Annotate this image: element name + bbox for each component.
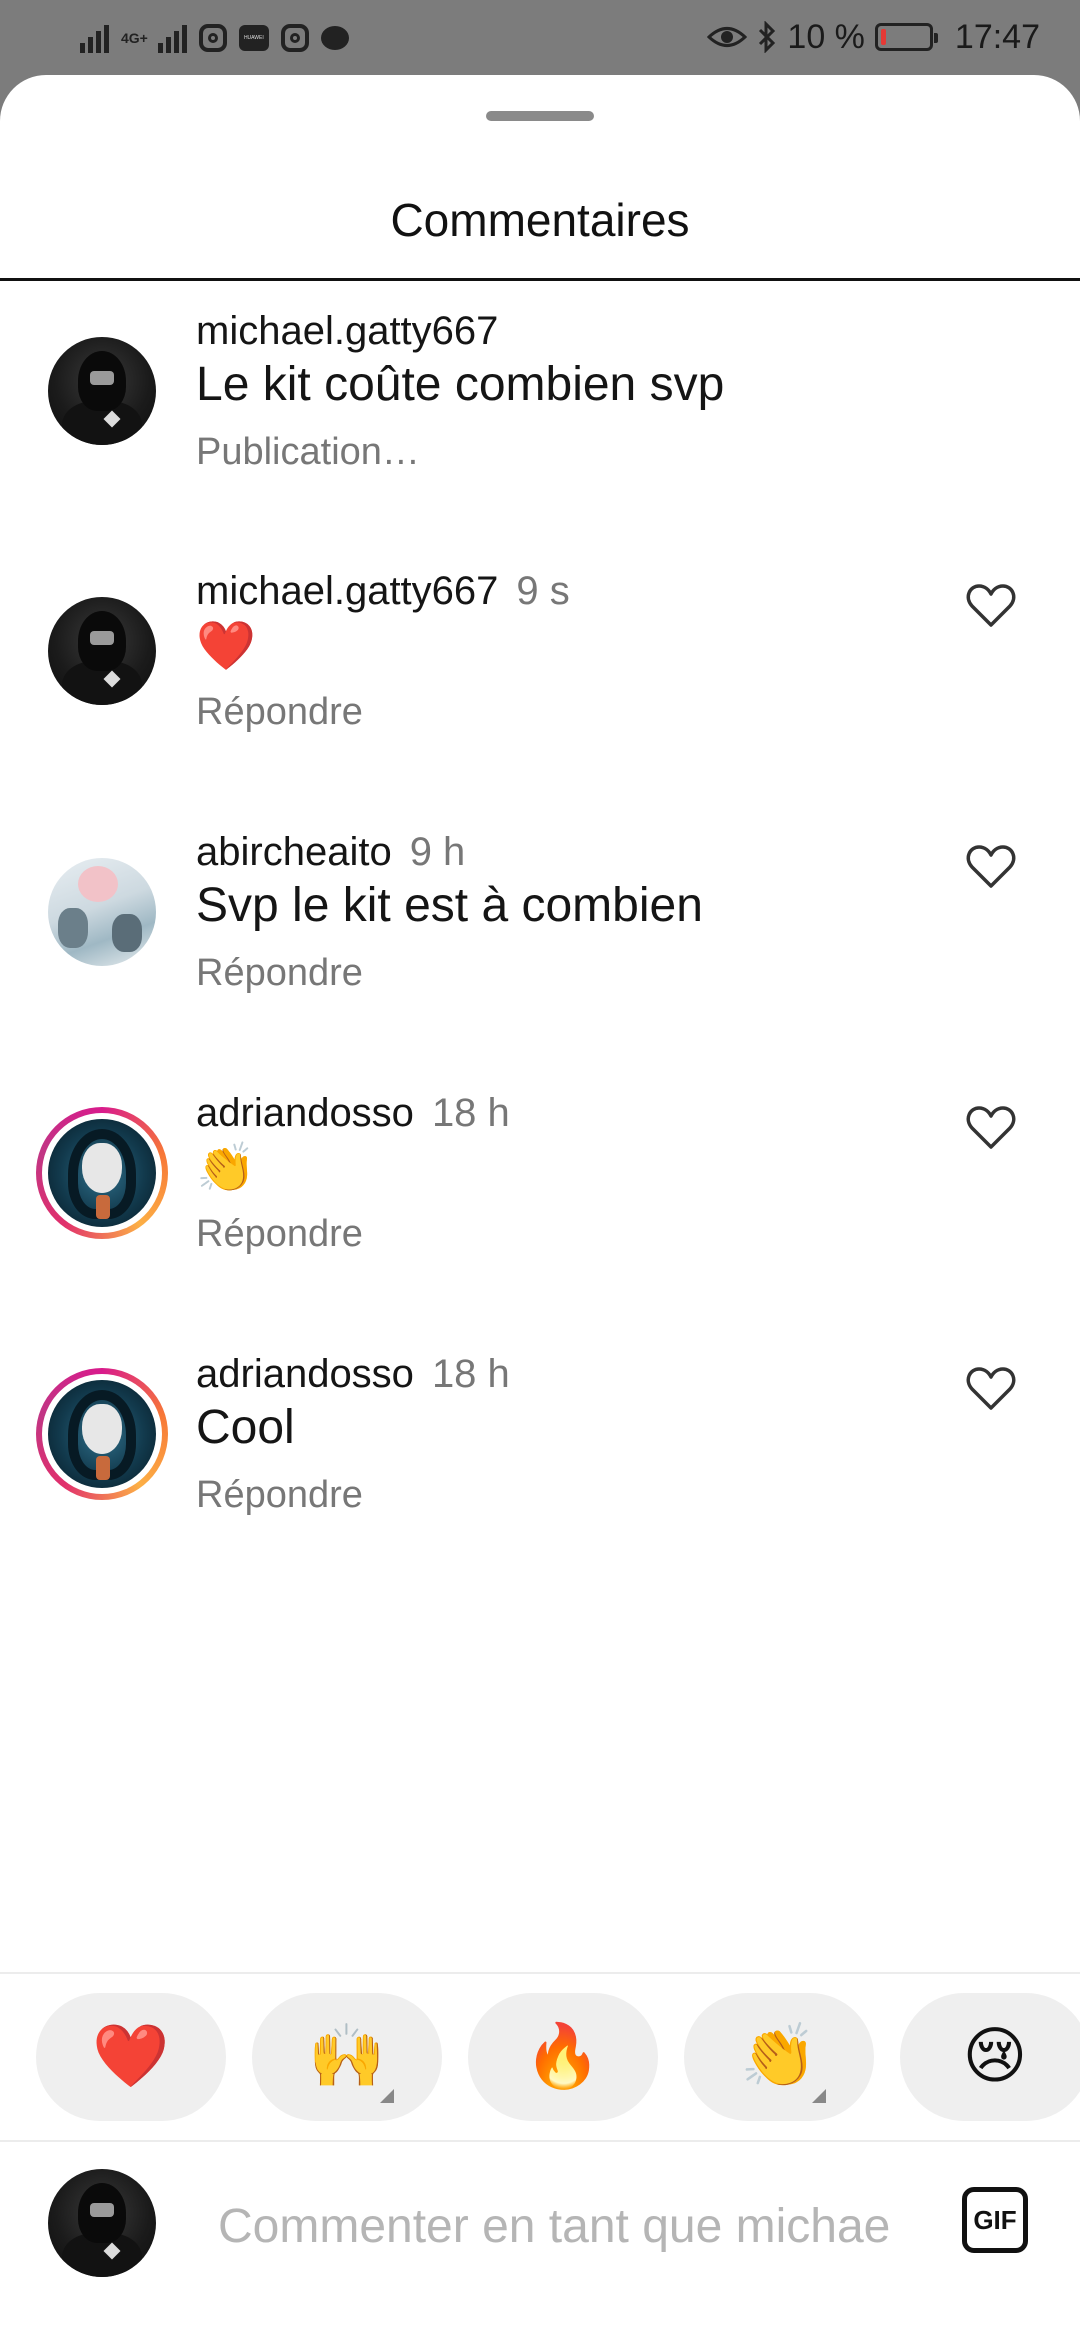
reply-button[interactable]: Répondre: [196, 1474, 363, 1517]
like-heart-icon[interactable]: [966, 1105, 1016, 1151]
reply-button[interactable]: Répondre: [196, 1213, 363, 1256]
comment-username[interactable]: adriandosso 18 h: [196, 1352, 510, 1397]
eye-icon: [707, 27, 748, 47]
avatar[interactable]: [48, 337, 156, 445]
instagram-notification-icon: [198, 24, 227, 52]
reaction-crying-button[interactable]: 😢: [900, 1993, 1080, 2121]
composer-avatar: [48, 2169, 156, 2277]
skin-tone-indicator-icon: [812, 2089, 826, 2103]
reply-button[interactable]: Répondre: [196, 952, 363, 995]
clock: 17:47: [954, 17, 1040, 56]
sheet-title: Commentaires: [390, 194, 690, 246]
instagram-notification-icon-2: [280, 24, 309, 52]
status-right: 10 % 17:47: [707, 14, 1040, 60]
comment-text: 👏: [196, 1142, 256, 1195]
battery-icon: [874, 23, 938, 51]
comment-text: Le kit coûte combien svp: [196, 358, 725, 411]
comment-item: michael.gatty667 Le kit coûte combien sv…: [0, 305, 1080, 545]
like-heart-icon[interactable]: [966, 583, 1016, 629]
signal-icon: [80, 23, 109, 53]
like-heart-icon[interactable]: [966, 1366, 1016, 1412]
status-bar: 4G+ HUAWEI 10 % 17:47: [0, 0, 1080, 75]
comment-time: 9 h: [409, 830, 466, 874]
posting-status: Publication…: [196, 431, 420, 473]
reaction-clap-button[interactable]: 👏: [684, 1993, 874, 2121]
bluetooth-icon: [759, 21, 776, 53]
comment-time: 18 h: [431, 1352, 510, 1396]
huawei-notification-icon: HUAWEI: [238, 25, 269, 51]
avatar[interactable]: [48, 597, 156, 705]
comment-time: 18 h: [431, 1091, 510, 1135]
reactions-divider: [0, 1972, 1080, 1974]
comment-text: ❤️: [196, 620, 256, 673]
like-heart-icon[interactable]: [966, 844, 1016, 890]
composer-divider: [0, 2140, 1080, 2142]
reaction-raised-hands-button[interactable]: 🙌: [252, 1993, 442, 2121]
heart-emoji-icon: ❤️: [92, 2022, 170, 2091]
chat-notification-icon: [320, 26, 349, 50]
reply-button[interactable]: Répondre: [196, 691, 363, 734]
comment-item: adriandosso 18 h 👏 Répondre: [0, 1087, 1080, 1327]
comment-username[interactable]: adriandosso 18 h: [196, 1091, 510, 1136]
raised-hands-emoji-icon: 🙌: [308, 2022, 386, 2091]
comment-text: Cool: [196, 1401, 295, 1454]
comment-text: Svp le kit est à combien: [196, 879, 703, 932]
comments-sheet: Commentaires michael.gatty667 Le kit coû…: [0, 75, 1080, 2340]
avatar[interactable]: [48, 858, 156, 966]
network-type-label: 4G+: [121, 30, 148, 46]
header-divider: [0, 278, 1080, 281]
drag-handle[interactable]: [486, 111, 594, 121]
comment-username[interactable]: abircheaito 9 h: [196, 830, 465, 875]
skin-tone-indicator-icon: [380, 2089, 394, 2103]
crying-emoji-icon: 😢: [962, 2022, 1028, 2091]
comment-username[interactable]: michael.gatty667 9 s: [196, 569, 570, 614]
avatar-story-ring[interactable]: [36, 1107, 168, 1239]
gif-button[interactable]: GIF: [962, 2187, 1028, 2253]
reaction-fire-button[interactable]: 🔥: [468, 1993, 658, 2121]
status-left: 4G+ HUAWEI: [80, 18, 349, 58]
battery-percent: 10 %: [787, 17, 865, 56]
signal-icon-2: [157, 23, 187, 53]
comment-item: michael.gatty667 9 s ❤️ Répondre: [0, 565, 1080, 805]
comment-input[interactable]: [216, 2190, 920, 2262]
comment-item: adriandosso 18 h Cool Répondre: [0, 1348, 1080, 1588]
avatar-story-ring[interactable]: [36, 1368, 168, 1500]
clap-emoji-icon: 👏: [740, 2022, 818, 2091]
comment-item: abircheaito 9 h Svp le kit est à combien …: [0, 826, 1080, 1066]
fire-emoji-icon: 🔥: [524, 2022, 602, 2091]
reaction-heart-button[interactable]: ❤️: [36, 1993, 226, 2121]
comment-username[interactable]: michael.gatty667: [196, 309, 498, 354]
comment-time: 9 s: [516, 569, 570, 613]
